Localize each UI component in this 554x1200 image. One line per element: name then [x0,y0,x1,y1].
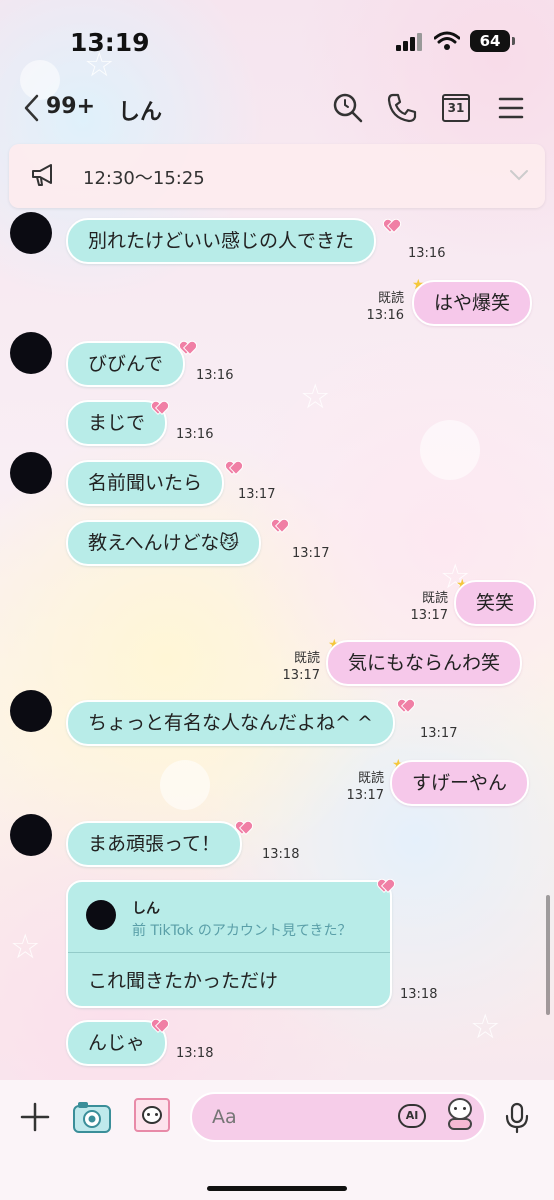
calendar-day: 31 [447,101,465,115]
announcement-text: 12:30〜15:25 [83,168,205,189]
message-input-bar: AI [0,1080,554,1200]
reply-quote[interactable]: 前 TikTok のアカウント見てきた？ [132,920,351,940]
message-time: 13:17 [410,608,448,623]
battery-indicator: 64 [470,30,510,52]
background-decoration [160,760,210,810]
sender-avatar[interactable] [10,452,52,494]
message-bubble-outgoing[interactable]: すげーやん [390,760,530,806]
message-time: 13:17 [292,546,330,561]
message-bubble-outgoing[interactable]: はや爆笑 [412,280,533,326]
read-label: 既読 [293,651,320,666]
search-icon[interactable] [332,92,364,124]
background-star: ☆ [300,377,331,417]
heart-icon [378,880,392,892]
status-time: 13:19 [70,28,150,57]
chat-name[interactable]: しん [118,94,162,126]
read-receipt: 既読 13:17 [340,770,384,804]
chat-header: 99+ しん 31 [0,80,554,136]
battery-nub [512,37,515,45]
message-time: 13:16 [366,308,404,323]
reply-sender-name: しん [132,901,160,917]
status-bar: 13:19 64 [0,0,554,80]
calendar-icon[interactable]: 31 [442,94,470,122]
camera-icon[interactable] [72,1100,112,1134]
message-bubble-outgoing[interactable]: 笑笑 [454,580,537,626]
heart-icon [398,700,412,712]
home-indicator[interactable] [207,1186,347,1191]
menu-icon[interactable] [496,92,528,124]
message-bubble-incoming[interactable]: まあ頑張って！ [66,821,243,867]
read-receipt: 既読 13:17 [404,590,448,624]
message-time: 13:16 [408,246,446,261]
read-label: 既読 [421,591,448,606]
background-decoration [420,420,480,480]
sender-avatar[interactable] [10,690,52,732]
background-star: ☆ [470,1007,501,1047]
heart-icon [384,220,398,232]
sender-avatar[interactable] [10,814,52,856]
heart-icon [180,342,194,354]
heart-icon [152,402,166,414]
message-time: 13:17 [346,788,384,803]
message-time: 13:17 [238,487,276,502]
announcement-banner[interactable]: 12:30〜15:25 [9,144,545,208]
message-bubble-outgoing[interactable]: 気にもならんわ笑 [326,640,523,686]
message-bubble-incoming[interactable]: びびんで [66,341,186,387]
back-icon[interactable] [20,94,44,122]
message-time: 13:18 [176,1046,214,1061]
unread-count[interactable]: 99+ [46,94,95,119]
heart-icon [152,1020,166,1032]
message-input[interactable] [190,1092,486,1142]
read-receipt: 既読 13:16 [360,290,404,324]
message-time: 13:18 [400,987,438,1002]
message-time: 13:16 [196,368,234,383]
plus-icon[interactable] [20,1102,50,1132]
scrollbar-thumb[interactable] [546,895,550,1015]
message-time: 13:18 [262,847,300,862]
heart-icon [236,822,250,834]
reply-avatar [86,900,116,930]
message-time: 13:17 [282,668,320,683]
reply-message-card[interactable]: しん 前 TikTok のアカウント見てきた？ これ聞きたかっただけ [66,880,392,1008]
reply-message-text: これ聞きたかっただけ [88,970,279,992]
reply-divider [68,952,390,953]
message-bubble-incoming[interactable]: 名前聞いたら [66,460,225,506]
phone-icon[interactable] [386,92,418,124]
read-receipt: 既読 13:17 [276,650,320,684]
message-bubble-incoming[interactable]: 教えへんけどな😼 [66,520,262,566]
heart-icon [272,520,286,532]
wifi-icon [434,31,460,50]
mic-icon[interactable] [504,1102,530,1134]
sender-avatar[interactable] [10,332,52,374]
read-label: 既読 [377,291,404,306]
message-time: 13:17 [420,726,458,741]
ai-icon[interactable]: AI [398,1104,426,1128]
message-bubble-incoming[interactable]: 別れたけどいい感じの人できた [66,218,377,264]
sticker-icon[interactable] [444,1098,476,1132]
gallery-icon[interactable] [134,1098,170,1132]
signal-icon [396,33,424,51]
megaphone-icon [32,164,52,186]
heart-icon [226,462,240,474]
background-star: ☆ [10,927,41,967]
chevron-down-icon[interactable] [509,168,529,182]
message-bubble-incoming[interactable]: ちょっと有名な人なんだよね^ ^ [66,700,395,746]
message-time: 13:16 [176,427,214,442]
sender-avatar[interactable] [10,212,52,254]
read-label: 既読 [357,771,384,786]
